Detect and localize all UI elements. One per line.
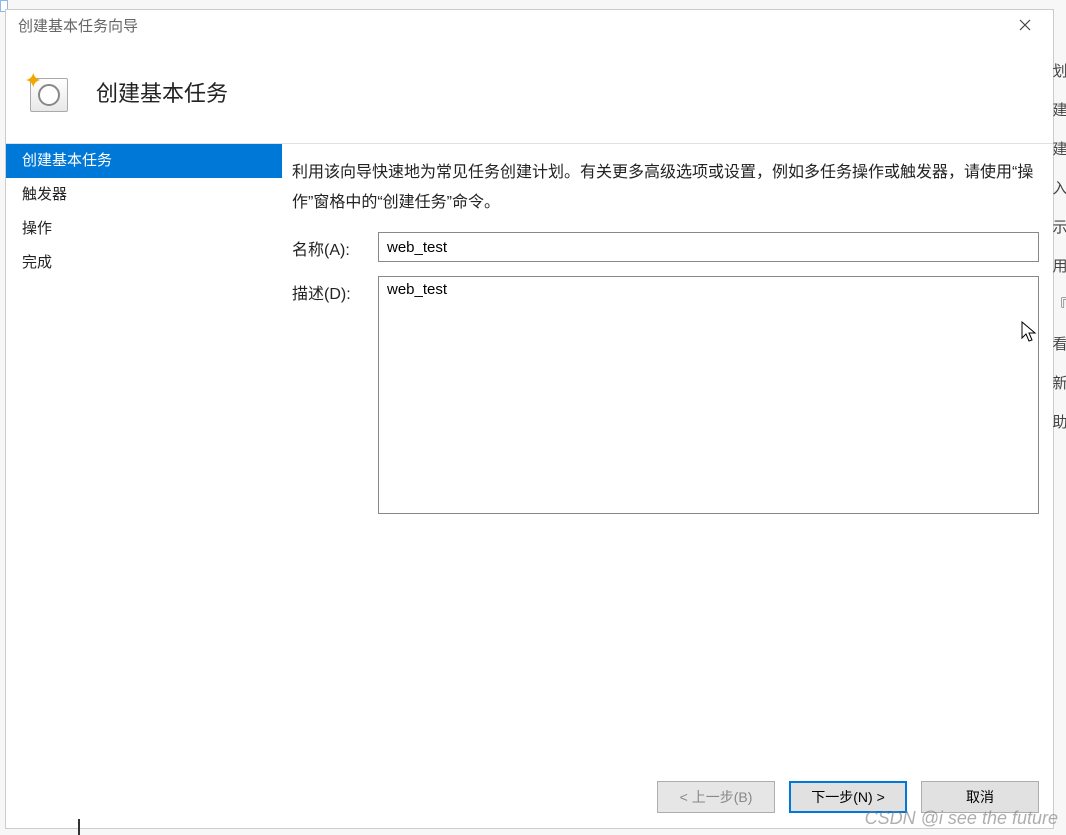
sidebar-item-action[interactable]: 操作 (6, 212, 282, 246)
sidebar-item-label: 触发器 (22, 186, 67, 203)
wizard-sidebar: 创建基本任务 触发器 操作 完成 (6, 144, 282, 774)
name-row: 名称(A): (292, 232, 1039, 262)
body-area: 创建基本任务 触发器 操作 完成 利用该向导快速地为常见任务创建计划。有关更多高… (6, 144, 1053, 774)
intro-text: 利用该向导快速地为常见任务创建计划。有关更多高级选项或设置，例如多任务操作或触发… (292, 158, 1039, 218)
name-label: 名称(A): (292, 232, 378, 260)
sidebar-item-trigger[interactable]: 触发器 (6, 178, 282, 212)
background-caret (78, 819, 80, 835)
description-textarea[interactable] (378, 276, 1039, 514)
description-label: 描述(D): (292, 276, 378, 304)
back-button: < 上一步(B) (657, 781, 775, 813)
main-panel: 利用该向导快速地为常见任务创建计划。有关更多高级选项或设置，例如多任务操作或触发… (282, 144, 1053, 774)
name-input[interactable] (378, 232, 1039, 262)
close-icon (1019, 19, 1031, 31)
sidebar-item-finish[interactable]: 完成 (6, 246, 282, 280)
sidebar-item-create-basic-task[interactable]: 创建基本任务 (6, 144, 282, 178)
sidebar-item-label: 完成 (22, 254, 52, 271)
sidebar-item-label: 操作 (22, 220, 52, 237)
description-row: 描述(D): (292, 276, 1039, 514)
titlebar: 创建基本任务向导 (6, 10, 1053, 40)
wizard-icon: ✦ (24, 68, 72, 116)
wizard-dialog: 创建基本任务向导 ✦ 创建基本任务 创建基本任务 触发器 操作 (5, 9, 1054, 829)
header-area: ✦ 创建基本任务 (6, 40, 1053, 143)
sidebar-item-label: 创建基本任务 (22, 152, 112, 169)
header-title: 创建基本任务 (96, 76, 228, 108)
dialog-title: 创建基本任务向导 (18, 15, 138, 36)
watermark-text: CSDN @i see the future (865, 808, 1058, 829)
background-text-strip: 划 建 建 入 示 用 『 看 新 助 (1054, 60, 1066, 432)
close-button[interactable] (1005, 11, 1045, 39)
